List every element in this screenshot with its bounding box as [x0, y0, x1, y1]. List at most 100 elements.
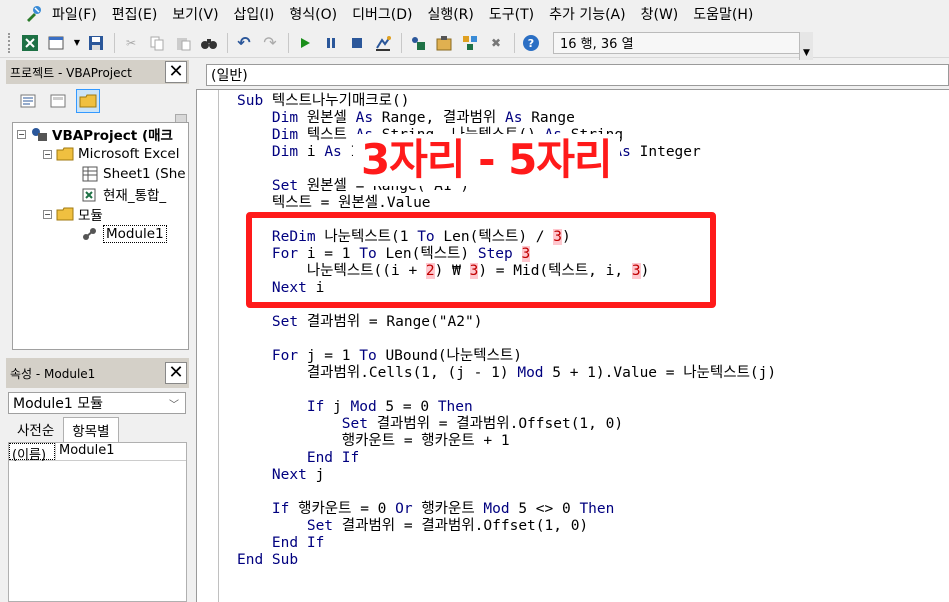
project-explorer-icon[interactable] — [408, 33, 428, 53]
code-keyword: For — [237, 348, 307, 364]
code-keyword: Set — [237, 416, 377, 432]
code-line[interactable] — [237, 382, 776, 399]
tree-label-workbook: 현재_통합_ — [103, 188, 167, 204]
save-icon[interactable] — [86, 33, 106, 53]
code-line[interactable]: End If — [237, 450, 776, 467]
close-icon[interactable]: ✕ — [165, 61, 187, 83]
menu-run[interactable]: 실행(R) — [427, 4, 473, 24]
copy-icon[interactable] — [147, 33, 167, 53]
break-icon[interactable] — [321, 33, 341, 53]
undo-icon[interactable]: ↶ — [234, 33, 254, 53]
code-keyword: Set — [237, 518, 342, 534]
toggle-folders-icon[interactable] — [76, 89, 100, 113]
code-keyword: Then — [579, 501, 615, 517]
object-selector[interactable]: Module1 모듈 ﹀ — [8, 392, 186, 414]
view-code-icon[interactable] — [16, 89, 40, 113]
view-object-icon[interactable] — [46, 89, 70, 113]
code-line[interactable]: Next j — [237, 467, 776, 484]
object-dropdown-value: (일반) — [211, 68, 248, 84]
code-keyword: Or — [395, 501, 422, 517]
menu-insert[interactable]: 삽입(I) — [234, 4, 275, 24]
code-line[interactable]: If 행카운트 = 0 Or 행카운트 Mod 5 <> 0 Then — [237, 501, 776, 518]
tab-categorized[interactable]: 항목별 — [63, 417, 119, 442]
code-margin-indicator[interactable] — [197, 90, 219, 602]
code-line[interactable]: Set 결과범위 = 결과범위.Offset(1, 0) — [237, 416, 776, 433]
code-line[interactable] — [237, 484, 776, 501]
overlay-title: 3자리 - 5자리 — [353, 134, 620, 186]
code-keyword: Mod — [483, 501, 519, 517]
tree-label-vbaproject: VBAProject (매크 — [52, 128, 173, 144]
toolbar-separator — [114, 32, 115, 53]
insert-dropdown-icon[interactable]: ▼ — [72, 33, 82, 53]
design-mode-icon[interactable] — [373, 33, 393, 53]
code-line[interactable]: 결과범위.Cells(1, (j - 1) Mod 5 + 1).Value =… — [237, 365, 776, 382]
menu-edit[interactable]: 편집(E) — [112, 4, 158, 24]
code-keyword: Mod — [350, 399, 386, 415]
tab-alphabetic[interactable]: 사전순 — [8, 416, 63, 442]
cursor-position-status: 16 행, 36 열 ▼ — [553, 31, 813, 60]
cut-icon[interactable]: ✂ — [121, 33, 141, 53]
toolbar-separator — [401, 32, 402, 53]
close-icon[interactable]: ✕ — [165, 362, 187, 384]
run-icon[interactable] — [295, 33, 315, 53]
properties-window-icon[interactable] — [434, 33, 454, 53]
menu-debug[interactable]: 디버그(D) — [352, 4, 412, 24]
code-keyword: Sub — [237, 93, 272, 109]
help-icon[interactable]: ? — [521, 33, 541, 53]
tree-node-excel-objects[interactable]: − Microsoft Excel — [43, 144, 180, 164]
paste-icon[interactable] — [173, 33, 193, 53]
toolbox-icon[interactable]: ✖ — [486, 33, 506, 53]
object-dropdown[interactable]: (일반) — [206, 64, 949, 86]
code-keyword: Dim — [237, 127, 307, 143]
menu-format[interactable]: 형식(O) — [289, 4, 337, 24]
tree-node-workbook[interactable]: 현재_통합_ — [81, 184, 166, 204]
code-line[interactable] — [237, 331, 776, 348]
code-line[interactable]: Sub 텍스트나누기매크로() — [237, 93, 776, 110]
reset-icon[interactable] — [347, 33, 367, 53]
code-token: 텍스트나누기매크로() — [271, 93, 410, 109]
menu-addins[interactable]: 추가 기능(A) — [549, 4, 625, 24]
workbook-icon — [81, 186, 99, 202]
property-value[interactable]: Module1 — [55, 443, 115, 460]
menu-help[interactable]: 도움말(H) — [693, 4, 753, 24]
properties-tabs: 사전순 항목별 — [6, 416, 189, 442]
find-icon[interactable] — [199, 33, 219, 53]
code-keyword: If — [237, 399, 334, 415]
code-line[interactable]: For j = 1 To UBound(나눈텍스트) — [237, 348, 776, 365]
code-token: j — [333, 399, 351, 415]
tree-node-modules[interactable]: − 모듈 — [43, 204, 103, 224]
code-line[interactable]: Set 결과범위 = Range("A2") — [237, 314, 776, 331]
property-row[interactable]: (이름) Module1 — [9, 443, 186, 463]
toolbar-grip[interactable] — [8, 32, 14, 53]
tree-node-module1[interactable]: Module1 — [81, 224, 167, 244]
tree-node-sheet1[interactable]: Sheet1 (She — [81, 164, 186, 184]
code-keyword: End Sub — [237, 552, 299, 568]
code-line[interactable]: Dim 원본셀 As Range, 결과범위 As Range — [237, 110, 776, 127]
code-line[interactable]: 행카운트 = 행카운트 + 1 — [237, 433, 776, 450]
insert-userform-icon[interactable] — [46, 33, 66, 53]
menu-file[interactable]: 파일(F) — [52, 4, 97, 24]
tree-label-modules: 모듈 — [78, 208, 103, 224]
code-keyword: End If — [237, 450, 360, 466]
collapse-icon[interactable]: − — [43, 209, 52, 219]
code-token: i — [306, 144, 325, 160]
code-line[interactable]: 텍스트 = 원본셀.Value — [237, 195, 776, 212]
menu-tools[interactable]: 도구(T) — [489, 4, 534, 24]
collapse-icon[interactable]: − — [43, 149, 52, 159]
object-browser-icon[interactable] — [460, 33, 480, 53]
collapse-icon[interactable]: − — [17, 129, 26, 139]
menu-view[interactable]: 보기(V) — [172, 4, 218, 24]
code-line[interactable]: If j Mod 5 = 0 Then — [237, 399, 776, 416]
code-line[interactable]: End Sub — [237, 552, 776, 569]
tree-node-vbaproject[interactable]: − VBAProject (매크 — [17, 124, 173, 144]
vba-app-icon[interactable] — [24, 4, 44, 24]
excel-view-icon[interactable] — [20, 33, 40, 53]
menu-window[interactable]: 창(W) — [641, 4, 679, 24]
code-token: 5 <> 0 — [518, 501, 580, 517]
properties-titlebar: 속성 - Module1 ✕ — [6, 358, 189, 388]
cursor-position-text: 16 행, 36 열 — [560, 37, 634, 52]
redo-icon[interactable]: ↷ — [260, 33, 280, 53]
code-line[interactable]: Set 결과범위 = 결과범위.Offset(1, 0) — [237, 518, 776, 535]
code-line[interactable]: End If — [237, 535, 776, 552]
toolbar-options-icon[interactable]: ▼ — [799, 31, 813, 60]
